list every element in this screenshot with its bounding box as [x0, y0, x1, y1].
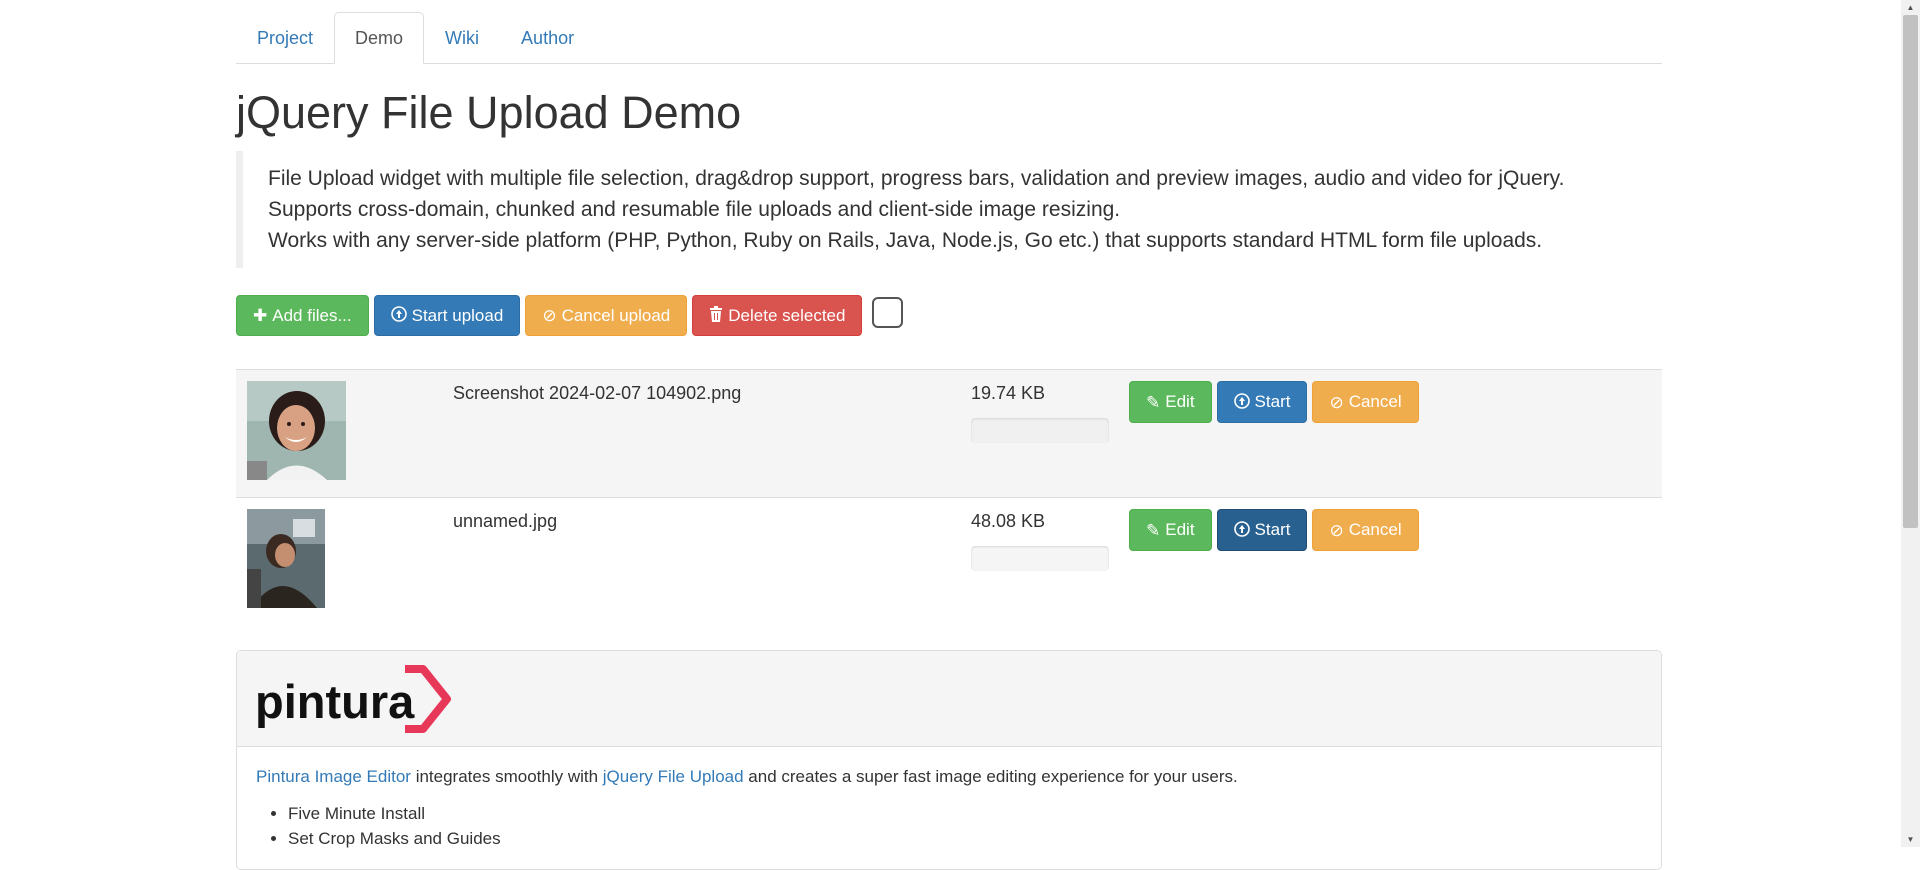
cancel-upload-button[interactable]: ⊘ Cancel upload: [525, 295, 688, 336]
file-name: Screenshot 2024-02-07 104902.png: [453, 383, 742, 403]
upload-progress-bar: [971, 546, 1109, 571]
start-upload-button[interactable]: Start upload: [373, 295, 521, 336]
description-line: Works with any server-side platform (PHP…: [268, 229, 1543, 252]
file-actions: ✎ Edit Start ⊘ Cancel: [1129, 509, 1424, 551]
file-preview-thumbnail: [247, 381, 346, 485]
upload-toolbar: ✚ Add files... Start upload ⊘ Cancel upl…: [236, 295, 904, 336]
tab-project[interactable]: Project: [236, 12, 334, 63]
delete-selected-label: Delete selected: [728, 305, 846, 325]
plus-icon: ✚: [253, 306, 268, 325]
cancel-label: Cancel: [1348, 520, 1402, 539]
upload-circle-icon: [1233, 520, 1250, 540]
nav-tabs: Project Demo Wiki Author: [236, 0, 1662, 64]
file-row: Screenshot 2024-02-07 104902.png 19.74 K…: [236, 369, 1662, 497]
pintura-logo[interactable]: pintura: [255, 661, 455, 741]
file-preview-thumbnail: [247, 509, 325, 613]
promo-text-part: integrates smoothly with: [410, 767, 603, 786]
delete-selected-button[interactable]: Delete selected: [692, 295, 863, 336]
description-line: Supports cross-domain, chunked and resum…: [268, 198, 1121, 221]
file-list: Screenshot 2024-02-07 104902.png 19.74 K…: [236, 369, 1662, 625]
edit-icon: ✎: [1146, 520, 1161, 540]
cancel-button[interactable]: ⊘ Cancel: [1312, 381, 1419, 423]
tab-author[interactable]: Author: [500, 12, 595, 63]
file-size: 48.08 KB: [971, 511, 1046, 531]
start-button[interactable]: Start: [1216, 381, 1308, 423]
jquery-file-upload-link[interactable]: jQuery File Upload: [603, 767, 744, 786]
file-row: unnamed.jpg 48.08 KB ✎ Edit Start ⊘ Canc…: [236, 497, 1662, 625]
scrollbar-thumb[interactable]: [1903, 15, 1918, 528]
promo-text-part: and creates a super fast image editing e…: [743, 767, 1238, 786]
pintura-promo-panel: pintura Pintura Image Editor integrates …: [236, 650, 1662, 870]
start-upload-label: Start upload: [411, 305, 504, 325]
description-line: File Upload widget with multiple file se…: [268, 167, 1565, 190]
pintura-editor-link[interactable]: Pintura Image Editor: [256, 767, 411, 786]
page-scrollbar[interactable]: ▲ ▼: [1901, 0, 1920, 847]
edit-icon: ✎: [1146, 392, 1161, 412]
promo-header: pintura: [237, 651, 1661, 747]
ban-icon: ⊘: [1329, 520, 1344, 540]
start-label: Start: [1254, 520, 1291, 539]
edit-button[interactable]: ✎ Edit: [1129, 381, 1212, 423]
trash-icon: [709, 306, 723, 325]
promo-text: Pintura Image Editor integrates smoothly…: [256, 767, 1642, 787]
file-actions: ✎ Edit Start ⊘ Cancel: [1129, 381, 1424, 423]
list-item: Five Minute Install: [288, 801, 1642, 826]
file-size: 19.74 KB: [971, 383, 1046, 403]
pintura-logo-text: pintura: [255, 675, 415, 728]
edit-label: Edit: [1165, 520, 1195, 539]
upload-circle-icon: [390, 306, 407, 325]
cancel-upload-label: Cancel upload: [561, 305, 671, 325]
description-blockquote: File Upload widget with multiple file se…: [236, 151, 1662, 268]
edit-label: Edit: [1165, 392, 1195, 411]
feature-list: Five Minute Install Set Crop Masks and G…: [256, 801, 1642, 851]
ban-icon: ⊘: [1329, 392, 1344, 412]
scroll-up-arrow-icon[interactable]: ▲: [1901, 0, 1920, 15]
upload-circle-icon: [1233, 392, 1250, 412]
tab-demo[interactable]: Demo: [334, 12, 425, 64]
ban-icon: ⊘: [542, 306, 557, 325]
add-files-button[interactable]: ✚ Add files...: [236, 295, 369, 336]
list-item: Set Crop Masks and Guides: [288, 826, 1642, 851]
cancel-label: Cancel: [1348, 392, 1402, 411]
page-container: Project Demo Wiki Author jQuery File Upl…: [236, 0, 1662, 870]
upload-progress-bar: [971, 418, 1109, 443]
cancel-button[interactable]: ⊘ Cancel: [1312, 509, 1419, 551]
edit-button[interactable]: ✎ Edit: [1129, 509, 1212, 551]
add-files-label: Add files...: [272, 305, 352, 325]
file-name: unnamed.jpg: [453, 511, 558, 531]
promo-body: Pintura Image Editor integrates smoothly…: [237, 747, 1661, 869]
page-title: jQuery File Upload Demo: [236, 87, 742, 138]
scroll-down-arrow-icon[interactable]: ▼: [1901, 832, 1920, 847]
start-label: Start: [1254, 392, 1291, 411]
select-all-checkbox[interactable]: [872, 297, 904, 328]
start-button[interactable]: Start: [1216, 509, 1308, 551]
tab-wiki[interactable]: Wiki: [424, 12, 500, 63]
